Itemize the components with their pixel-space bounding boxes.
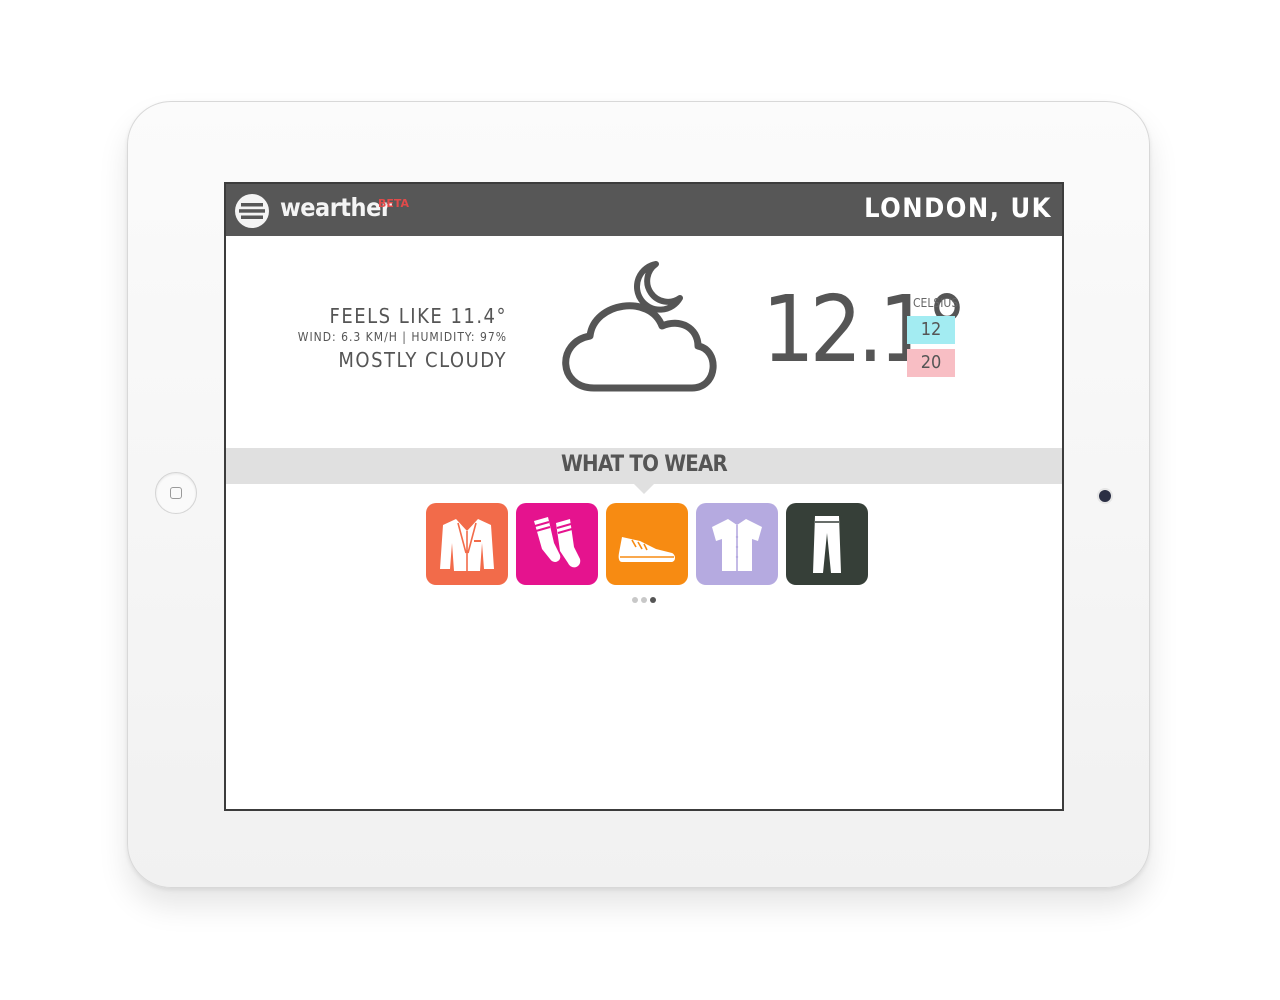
trousers-icon	[813, 516, 841, 573]
high-temp-badge: 20	[907, 349, 955, 377]
app-screen: wearther BETA LONDON, UK FEELS LIKE 11.4…	[224, 182, 1064, 811]
cloud-moon-icon	[562, 261, 717, 392]
camera-lens	[1099, 490, 1111, 502]
location-label[interactable]: LONDON, UK	[864, 193, 1052, 224]
page-dot[interactable]	[641, 597, 647, 603]
clothing-item-socks[interactable]	[516, 503, 598, 585]
top-bar: wearther BETA LONDON, UK	[226, 184, 1062, 236]
wind-humidity-text: WIND: 6.3 KM/H | HUMIDITY: 97%	[297, 330, 507, 344]
unit-label: CELSIUS	[913, 296, 959, 310]
selection-pointer	[634, 484, 654, 494]
clothing-item-trousers[interactable]	[786, 503, 868, 585]
shirt-icon	[712, 519, 762, 571]
low-temp-badge: 12	[907, 316, 955, 344]
feels-like-text: FEELS LIKE 11.4°	[329, 304, 507, 328]
sneaker-icon	[618, 537, 675, 562]
page-dot-active[interactable]	[650, 597, 656, 603]
home-button[interactable]	[155, 472, 197, 514]
page-indicator	[632, 597, 662, 605]
menu-logo-icon[interactable]	[235, 194, 269, 228]
condition-text: MOSTLY CLOUDY	[338, 348, 507, 372]
clothing-item-shirt[interactable]	[696, 503, 778, 585]
what-to-wear-title: WHAT TO WEAR	[561, 452, 728, 477]
app-title: wearther	[280, 193, 392, 222]
weather-details: FEELS LIKE 11.4° WIND: 6.3 KM/H | HUMIDI…	[298, 304, 507, 372]
jacket-icon	[440, 519, 494, 571]
what-to-wear-header: WHAT TO WEAR	[226, 448, 1062, 484]
beta-badge: BETA	[378, 197, 410, 210]
page-dot[interactable]	[632, 597, 638, 603]
clothing-item-jacket[interactable]	[426, 503, 508, 585]
socks-icon	[534, 517, 581, 568]
clothing-item-sneaker[interactable]	[606, 503, 688, 585]
home-square-icon	[170, 487, 182, 499]
